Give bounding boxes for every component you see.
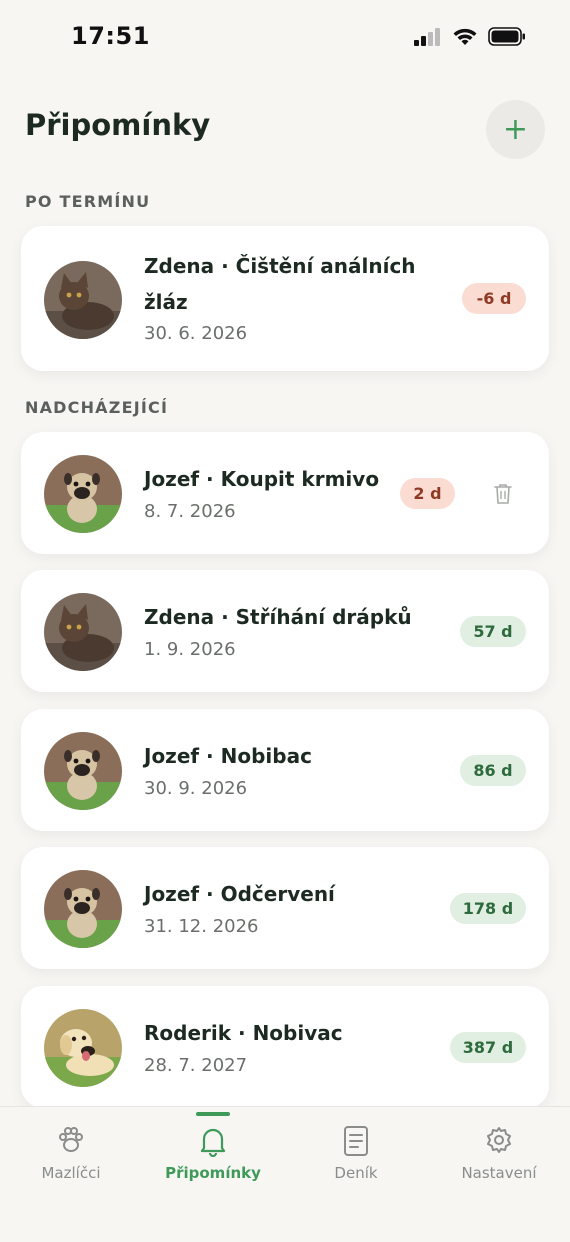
- days-badge: -6 d: [462, 283, 526, 314]
- reminder-date: 8. 7. 2026: [144, 501, 236, 522]
- nav-item-journal[interactable]: Deník: [285, 1107, 427, 1207]
- reminder-card[interactable]: Zdena · Čištění análních žláz 30. 6. 202…: [21, 226, 549, 371]
- add-reminder-button[interactable]: +: [486, 100, 545, 159]
- paw-icon: [59, 1127, 83, 1152]
- journal-icon: [344, 1126, 368, 1156]
- days-badge: 387 d: [450, 1032, 526, 1063]
- status-icons: [414, 27, 526, 46]
- gear-icon: [487, 1127, 511, 1153]
- reminder-date: 1. 9. 2026: [144, 639, 236, 660]
- pet-avatar-labrador: [44, 1009, 122, 1087]
- reminder-date: 30. 6. 2026: [144, 323, 248, 344]
- battery-icon: [488, 27, 525, 46]
- pet-avatar-pug: [44, 455, 122, 533]
- nav-label: Nastavení: [461, 1164, 537, 1182]
- pet-avatar-pug: [44, 732, 122, 810]
- active-tab-indicator: [196, 1112, 230, 1116]
- pet-avatar-cat: [44, 261, 122, 339]
- reminder-date: 28. 7. 2027: [144, 1055, 248, 1076]
- reminder-card[interactable]: Jozef · Koupit krmivo 8. 7. 2026 2 d: [21, 432, 549, 554]
- bell-icon: [200, 1128, 226, 1157]
- reminder-date: 30. 9. 2026: [144, 778, 248, 799]
- section-heading-upcoming: NADCHÁZEJÍCÍ: [25, 398, 169, 417]
- reminder-title: Jozef · Nobibac: [144, 744, 312, 768]
- plus-icon: +: [502, 111, 529, 147]
- nav-item-settings[interactable]: Nastavení: [428, 1107, 570, 1207]
- reminder-title: Roderik · Nobivac: [144, 1021, 343, 1045]
- reminder-title: Zdena · Čištění análních žláz: [144, 254, 416, 314]
- nav-label: Připomínky: [165, 1164, 261, 1182]
- reminder-title: Zdena · Stříhání drápků: [144, 605, 412, 629]
- days-badge: 178 d: [450, 893, 526, 924]
- nav-label: Mazlíčci: [41, 1164, 101, 1182]
- reminder-title: Jozef · Koupit krmivo: [144, 467, 380, 491]
- pet-avatar-cat: [44, 593, 122, 671]
- pet-avatar-pug: [44, 870, 122, 948]
- status-bar: 17:51: [0, 0, 570, 76]
- days-badge: 86 d: [460, 755, 526, 786]
- bottom-nav: Mazlíčci Připomínky Deník Nastavení: [0, 1106, 570, 1242]
- section-heading-overdue: PO TERMÍNU: [25, 192, 151, 211]
- reminder-card[interactable]: Roderik · Nobivac 28. 7. 2027 387 d: [21, 986, 549, 1108]
- days-badge: 2 d: [400, 478, 455, 509]
- nav-item-pets[interactable]: Mazlíčci: [0, 1107, 142, 1207]
- days-badge: 57 d: [460, 616, 526, 647]
- signal-icon: [414, 27, 440, 46]
- nav-label: Deník: [334, 1164, 378, 1182]
- reminder-card[interactable]: Jozef · Nobibac 30. 9. 2026 86 d: [21, 709, 549, 831]
- reminder-date: 31. 12. 2026: [144, 916, 259, 937]
- reminder-title: Jozef · Odčervení: [144, 882, 335, 906]
- page-title: Připomínky: [25, 108, 211, 142]
- trash-icon[interactable]: [492, 482, 514, 506]
- nav-item-reminders[interactable]: Připomínky: [142, 1107, 284, 1207]
- status-time: 17:51: [71, 22, 150, 50]
- reminder-card[interactable]: Zdena · Stříhání drápků 1. 9. 2026 57 d: [21, 570, 549, 692]
- reminder-card[interactable]: Jozef · Odčervení 31. 12. 2026 178 d: [21, 847, 549, 969]
- wifi-icon: [453, 28, 477, 45]
